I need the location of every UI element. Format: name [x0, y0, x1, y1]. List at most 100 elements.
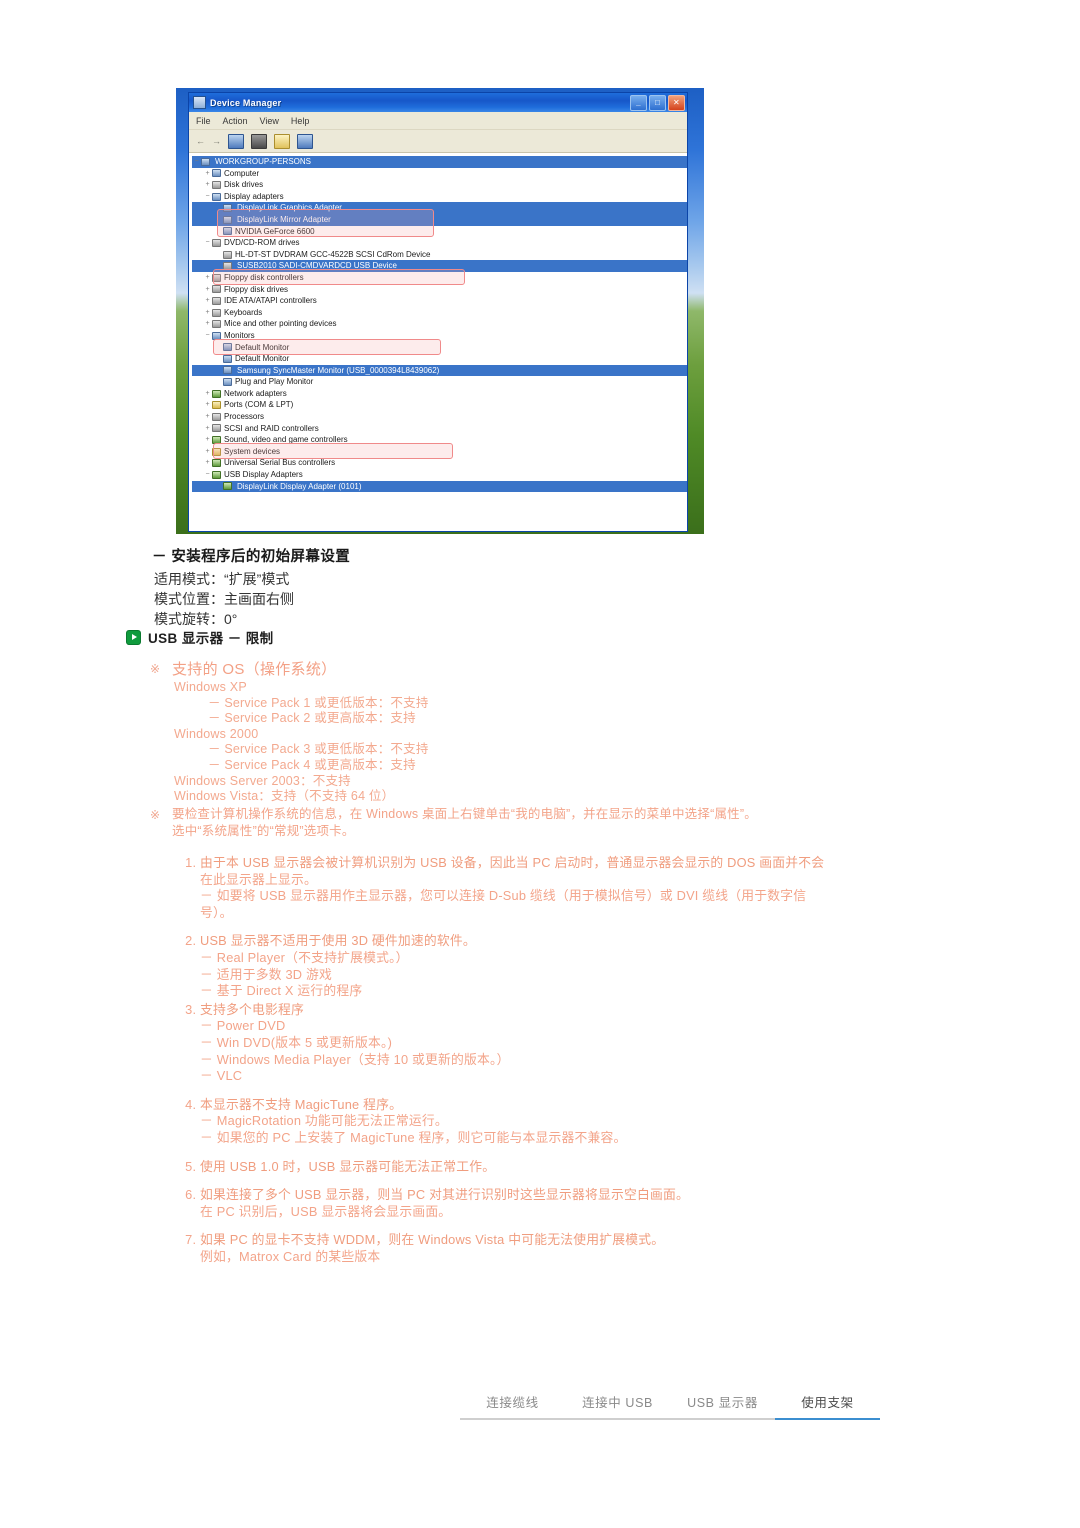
collapse-icon[interactable]: − — [203, 237, 212, 249]
maximize-button[interactable]: □ — [649, 94, 666, 111]
initial-screen-settings: － 安装程序后的初始屏幕设置 适用模式：“扩展”模式 模式位置：主画面右侧 模式… — [152, 545, 852, 629]
limitation-subline: － Real Player（不支持扩展模式。） — [200, 949, 409, 965]
limitation-subline: － VLC — [200, 1068, 243, 1084]
tree-item[interactable]: + System devices — [192, 446, 687, 458]
expand-icon[interactable]: + — [203, 423, 212, 435]
properties-icon[interactable] — [228, 133, 244, 149]
minimize-button[interactable]: _ — [630, 94, 647, 111]
collapse-icon[interactable]: − — [192, 156, 201, 168]
tree-item[interactable]: + IDE ATA/ATAPI controllers — [192, 295, 687, 307]
menu-item-action[interactable]: Action — [223, 116, 248, 126]
tree-item[interactable]: + Network adapters — [192, 388, 687, 400]
tree-item[interactable]: + Computer — [192, 168, 687, 180]
limitation-heading: 使用 USB 1.0 时，USB 显示器可能无法正常工作。 — [200, 1158, 496, 1174]
monitor-icon — [223, 354, 232, 363]
menu-item-help[interactable]: Help — [291, 116, 310, 126]
tree-item[interactable]: DisplayLink Mirror Adapter — [192, 213, 687, 226]
display-icon — [212, 192, 221, 201]
expand-icon[interactable]: + — [203, 295, 212, 307]
tree-item-label: Disk drives — [224, 180, 264, 190]
tree-item[interactable]: + Sound, video and game controllers — [192, 434, 687, 446]
tree-item[interactable]: NVIDIA GeForce 6600 — [192, 226, 687, 238]
scan-hardware-icon[interactable] — [274, 133, 290, 149]
device-manager-window: Device Manager _ □ ✕ File Action View Help … — [188, 92, 688, 532]
cdrom-icon — [223, 262, 232, 271]
tree-item[interactable]: − DVD/CD-ROM drives — [192, 237, 687, 249]
menu-bar: File Action View Help — [189, 112, 687, 130]
limitation-heading: 如果连接了多个 USB 显示器，则当 PC 对其进行识别时这些显示器将显示空白画… — [200, 1187, 690, 1203]
print-icon[interactable] — [251, 133, 267, 149]
tree-item[interactable]: + Processors — [192, 411, 687, 423]
device-tree[interactable]: − WORKGROUP-PERSONS + Computer + Disk drives −… — [189, 153, 687, 531]
footer-tab[interactable]: 连接缆线 — [460, 1392, 565, 1420]
tree-item-label: Default Monitor — [235, 342, 290, 352]
supported-os-title: 支持的 OS（操作系统） — [172, 661, 337, 678]
limitation-item: 如果连接了多个 USB 显示器，则当 PC 对其进行识别时这些显示器将显示空白画… — [200, 1187, 930, 1220]
green-play-icon — [126, 629, 141, 645]
footer-tab[interactable]: USB 显示器 — [670, 1392, 775, 1420]
supported-os-line: Windows Server 2003：不支持 — [174, 773, 351, 788]
footer-tab[interactable]: 使用支架 — [775, 1392, 880, 1420]
expand-icon[interactable]: + — [203, 179, 212, 191]
section-header-label: USB 显示器 － 限制 — [148, 631, 274, 646]
tree-item-label: Floppy disk drives — [224, 284, 289, 294]
port-icon — [212, 401, 221, 410]
scsi-icon — [212, 424, 221, 433]
tree-item[interactable]: Samsung SyncMaster Monitor (USB_0000394L… — [192, 364, 687, 377]
expand-icon[interactable]: + — [203, 457, 212, 469]
menu-item-file[interactable]: File — [196, 116, 211, 126]
tree-item[interactable]: DisplayLink Display Adapter (0101) — [192, 480, 687, 493]
expand-icon[interactable]: + — [203, 272, 212, 284]
tree-item[interactable]: + SCSI and RAID controllers — [192, 423, 687, 435]
tree-item-label: USB Display Adapters — [224, 470, 303, 480]
tree-item[interactable]: DisplayLink Graphics Adapter — [192, 202, 687, 214]
collapse-icon[interactable]: − — [203, 469, 212, 481]
menu-item-view[interactable]: View — [260, 116, 279, 126]
collapse-icon[interactable]: − — [203, 191, 212, 203]
expand-icon[interactable]: + — [203, 284, 212, 296]
tree-item[interactable]: + Universal Serial Bus controllers — [192, 457, 687, 469]
supported-os-line: － Service Pack 1 或更低版本：不支持 — [208, 695, 429, 710]
tree-item[interactable]: + Disk drives — [192, 179, 687, 191]
back-icon[interactable]: ← — [196, 136, 205, 146]
tree-item[interactable]: − WORKGROUP-PERSONS — [192, 156, 687, 168]
limitation-subline: 号）。 — [200, 904, 233, 920]
footer-tabs[interactable]: 连接缆线 连接中 USB USB 显示器 使用支架 — [460, 1392, 880, 1420]
tree-item-label: Floppy disk controllers — [224, 272, 304, 282]
tree-item[interactable]: + Floppy disk drives — [192, 284, 687, 296]
tree-item[interactable]: + Keyboards — [192, 307, 687, 319]
forward-icon[interactable]: → — [212, 136, 221, 146]
expand-icon[interactable]: + — [203, 388, 212, 400]
footer-tab[interactable]: 连接中 USB — [565, 1392, 670, 1420]
tree-item-label: Ports (COM & LPT) — [224, 400, 294, 410]
toolbar: ← → — [189, 130, 687, 153]
tree-item[interactable]: Default Monitor — [192, 342, 687, 354]
expand-icon[interactable]: + — [203, 168, 212, 180]
tree-item[interactable]: − USB Display Adapters — [192, 469, 687, 481]
tree-item-label: Processors — [224, 412, 265, 422]
close-button[interactable]: ✕ — [668, 94, 685, 111]
expand-icon[interactable]: + — [203, 434, 212, 446]
tree-item[interactable]: SUSB2010 SADI-CMDVARDCD USB Device — [192, 260, 687, 272]
collapse-icon[interactable]: − — [203, 330, 212, 342]
tree-item-label: Monitors — [224, 330, 255, 340]
limitation-subline: － 基于 Direct X 运行的程序 — [200, 983, 363, 999]
update-driver-icon[interactable] — [297, 133, 313, 149]
expand-icon[interactable]: + — [203, 446, 212, 458]
tree-item[interactable]: − Monitors — [192, 330, 687, 342]
tree-item-label: Mice and other pointing devices — [224, 319, 337, 329]
tree-item[interactable]: HL-DT-ST DVDRAM GCC-4522B SCSI CdRom Dev… — [192, 249, 687, 261]
limitation-subline: 例如，Matrox Card 的某些版本 — [200, 1248, 381, 1264]
expand-icon[interactable]: + — [203, 411, 212, 423]
tree-item[interactable]: + Ports (COM & LPT) — [192, 399, 687, 411]
expand-icon[interactable]: + — [203, 399, 212, 411]
tree-item[interactable]: Plug and Play Monitor — [192, 376, 687, 388]
tree-item-label: Sound, video and game controllers — [224, 435, 348, 445]
limitation-item: 本显示器不支持 MagicTune 程序。－ MagicRotation 功能可… — [200, 1097, 930, 1147]
tree-item[interactable]: − Display adapters — [192, 191, 687, 203]
tree-item[interactable]: + Mice and other pointing devices — [192, 318, 687, 330]
tree-item[interactable]: Default Monitor — [192, 353, 687, 365]
expand-icon[interactable]: + — [203, 307, 212, 319]
tree-item[interactable]: + Floppy disk controllers — [192, 272, 687, 284]
expand-icon[interactable]: + — [203, 318, 212, 330]
